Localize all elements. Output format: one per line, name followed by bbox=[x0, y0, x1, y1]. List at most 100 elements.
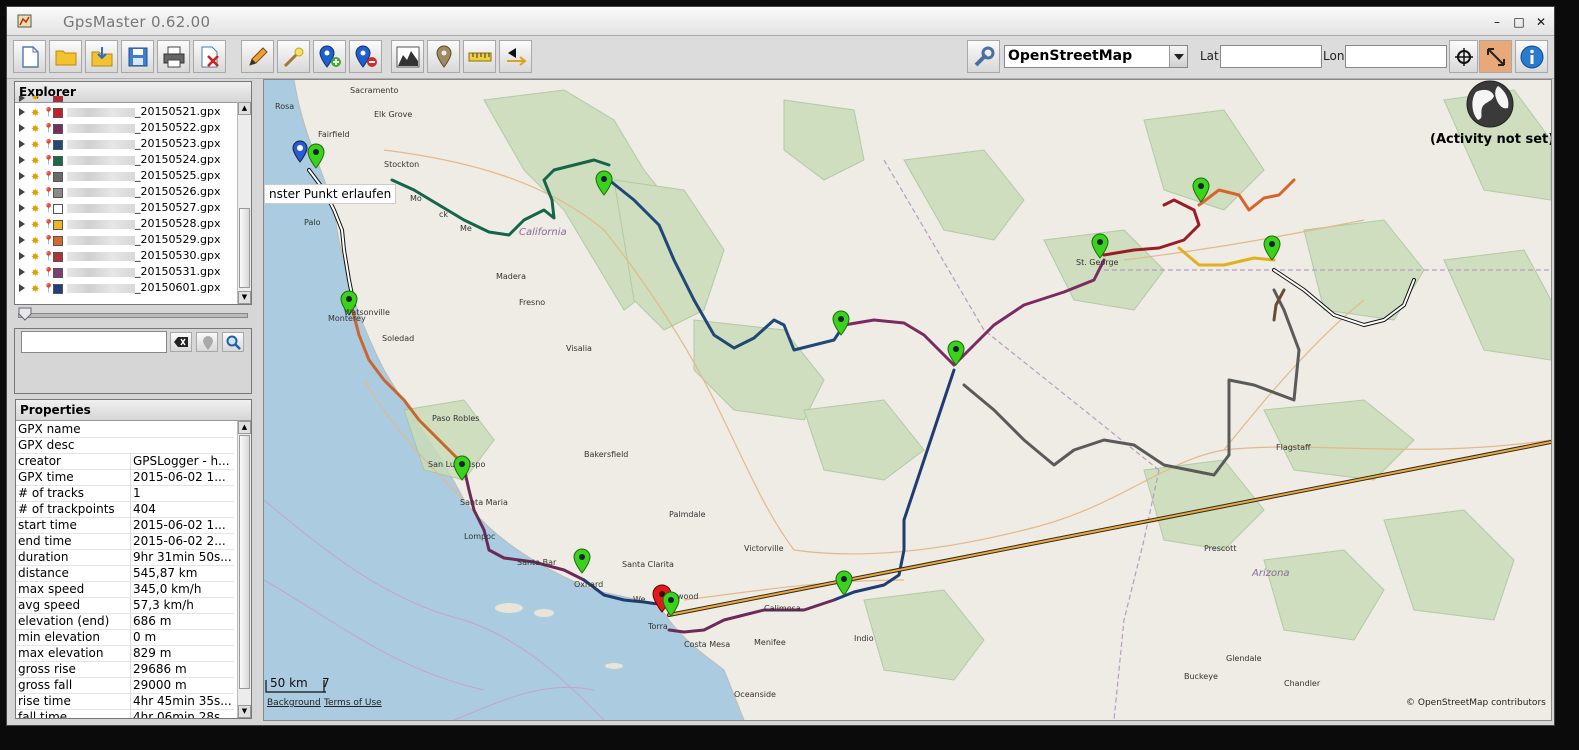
expand-arrow-icon[interactable] bbox=[19, 140, 25, 148]
scroll-up-button[interactable]: ▲ bbox=[238, 102, 251, 115]
properties-scrollbar[interactable]: ▲ ▼ bbox=[237, 421, 251, 718]
edit-button[interactable] bbox=[241, 40, 274, 73]
color-swatch[interactable] bbox=[53, 156, 63, 166]
search-button[interactable] bbox=[222, 332, 244, 352]
table-row[interactable]: fall time 4hr 06min 28s... bbox=[16, 709, 234, 718]
scroll-down-button[interactable]: ▼ bbox=[238, 705, 251, 718]
scroll-up-button[interactable]: ▲ bbox=[238, 421, 251, 434]
search-marker-button[interactable] bbox=[196, 332, 218, 352]
minimize-button[interactable]: – bbox=[1489, 14, 1505, 30]
new-file-button[interactable] bbox=[13, 40, 46, 73]
map-canvas[interactable] bbox=[264, 80, 1551, 720]
settings-button[interactable] bbox=[967, 40, 1000, 73]
expand-arrow-icon[interactable] bbox=[19, 172, 25, 180]
table-row[interactable]: min elevation 0 m bbox=[16, 629, 234, 646]
expand-arrow-icon[interactable] bbox=[19, 124, 25, 132]
activity-label[interactable]: (Activity not set) bbox=[1430, 132, 1551, 147]
map-provider-select[interactable]: OpenStreetMap bbox=[1004, 45, 1188, 68]
table-row[interactable]: GPX name bbox=[16, 421, 234, 438]
color-swatch[interactable] bbox=[53, 204, 63, 214]
expand-arrow-icon[interactable] bbox=[19, 204, 25, 212]
list-item[interactable]: ✸ 📍 _20150531.gpx bbox=[15, 264, 235, 280]
color-swatch[interactable] bbox=[53, 220, 63, 230]
slider-handle[interactable] bbox=[18, 307, 32, 321]
list-item[interactable]: ✸ 📍 _20150527.gpx bbox=[15, 200, 235, 216]
color-swatch[interactable] bbox=[53, 268, 63, 278]
goto-coords-button[interactable] bbox=[1449, 40, 1478, 73]
map-attribution[interactable]: © OpenStreetMap contributors bbox=[1406, 698, 1546, 708]
table-row[interactable]: duration 9hr 31min 50s... bbox=[16, 549, 234, 566]
scroll-down-button[interactable]: ▼ bbox=[238, 291, 251, 304]
color-swatch[interactable] bbox=[53, 236, 63, 246]
elevation-chart-button[interactable] bbox=[391, 40, 424, 73]
open-from-device-button[interactable] bbox=[85, 40, 118, 73]
table-row[interactable]: # of tracks 1 bbox=[16, 485, 234, 502]
table-row[interactable]: creator GPSLogger - h... bbox=[16, 453, 234, 470]
table-row[interactable]: gross rise 29686 m bbox=[16, 661, 234, 678]
expand-arrow-icon[interactable] bbox=[19, 252, 25, 260]
map-view[interactable]: Sacramento Rosa Elk Grove Fairfield Stockton… bbox=[263, 79, 1552, 721]
list-item[interactable]: ✸ 📍 _20150528.gpx bbox=[15, 216, 235, 232]
close-file-button[interactable] bbox=[193, 40, 226, 73]
background-link[interactable]: Background bbox=[267, 698, 321, 708]
table-row[interactable]: rise time 4hr 45min 35s... bbox=[16, 693, 234, 710]
list-item[interactable]: ✸ 📍 _20150525.gpx bbox=[15, 168, 235, 184]
color-swatch[interactable] bbox=[53, 188, 63, 198]
waypoint-button[interactable] bbox=[427, 40, 460, 73]
remove-waypoint-button[interactable] bbox=[349, 40, 382, 73]
list-item[interactable]: ✸ 📍 _20150530.gpx bbox=[15, 248, 235, 264]
measure-button[interactable] bbox=[463, 40, 496, 73]
list-item[interactable]: ✸ 📍 _20150601.gpx bbox=[15, 280, 235, 296]
list-item[interactable]: ✸ 📍 _20150521.gpx bbox=[15, 104, 235, 120]
search-input[interactable] bbox=[21, 331, 167, 353]
expand-arrow-icon[interactable] bbox=[19, 188, 25, 196]
table-row[interactable]: # of trackpoints 404 bbox=[16, 501, 234, 518]
color-swatch[interactable] bbox=[53, 124, 63, 134]
info-button[interactable] bbox=[1515, 40, 1548, 73]
explorer-scrollbar[interactable]: ▲ ▼ bbox=[237, 102, 251, 304]
table-row[interactable]: max speed 345,0 km/h bbox=[16, 581, 234, 598]
direction-button[interactable] bbox=[499, 40, 532, 73]
list-item[interactable]: ✸ 📍 _20150523.gpx bbox=[15, 136, 235, 152]
expand-arrow-icon[interactable] bbox=[19, 268, 25, 276]
expand-arrow-icon[interactable] bbox=[19, 220, 25, 228]
table-row[interactable]: start time 2015-06-02 1... bbox=[16, 517, 234, 534]
timeline-slider[interactable] bbox=[14, 305, 252, 325]
list-item[interactable]: ✸ 📍 _20150529.gpx bbox=[15, 232, 235, 248]
color-swatch[interactable] bbox=[53, 284, 63, 294]
chevron-down-icon[interactable] bbox=[1169, 46, 1187, 67]
table-row[interactable]: max elevation 829 m bbox=[16, 645, 234, 662]
color-swatch[interactable] bbox=[53, 108, 63, 118]
print-button[interactable] bbox=[157, 40, 190, 73]
table-row[interactable]: GPX time 2015-06-02 1... bbox=[16, 469, 234, 486]
scroll-thumb[interactable] bbox=[239, 435, 250, 689]
table-row[interactable]: gross fall 29000 m bbox=[16, 677, 234, 694]
table-row[interactable]: distance 545,87 km bbox=[16, 565, 234, 582]
expand-arrow-icon[interactable] bbox=[19, 108, 25, 116]
save-button[interactable] bbox=[121, 40, 154, 73]
list-item[interactable]: ✸ 📍 _20150524.gpx bbox=[15, 152, 235, 168]
list-item[interactable]: ✸ 📍 _20150522.gpx bbox=[15, 120, 235, 136]
autofit-button[interactable] bbox=[1479, 40, 1512, 73]
close-window-button[interactable]: ✕ bbox=[1533, 14, 1549, 30]
expand-arrow-icon[interactable] bbox=[19, 96, 25, 102]
table-row[interactable]: avg speed 57,3 km/h bbox=[16, 597, 234, 614]
lon-input[interactable] bbox=[1345, 45, 1447, 68]
expand-arrow-icon[interactable] bbox=[19, 236, 25, 244]
color-swatch[interactable] bbox=[53, 140, 63, 150]
maximize-button[interactable]: □ bbox=[1511, 14, 1527, 30]
terms-link[interactable]: Terms of Use bbox=[324, 698, 382, 708]
list-item[interactable]: ✸ bbox=[15, 96, 235, 104]
color-swatch[interactable] bbox=[53, 252, 63, 262]
color-swatch[interactable] bbox=[53, 172, 63, 182]
expand-arrow-icon[interactable] bbox=[19, 284, 25, 292]
clear-search-button[interactable] bbox=[170, 332, 192, 352]
list-item[interactable]: ✸ 📍 _20150526.gpx bbox=[15, 184, 235, 200]
table-row[interactable]: end time 2015-06-02 2... bbox=[16, 533, 234, 550]
lat-input[interactable] bbox=[1220, 45, 1322, 68]
open-folder-button[interactable] bbox=[49, 40, 82, 73]
expand-arrow-icon[interactable] bbox=[19, 156, 25, 164]
table-row[interactable]: GPX desc bbox=[16, 437, 234, 454]
table-row[interactable]: elevation (end) 686 m bbox=[16, 613, 234, 630]
magic-button[interactable] bbox=[277, 40, 310, 73]
